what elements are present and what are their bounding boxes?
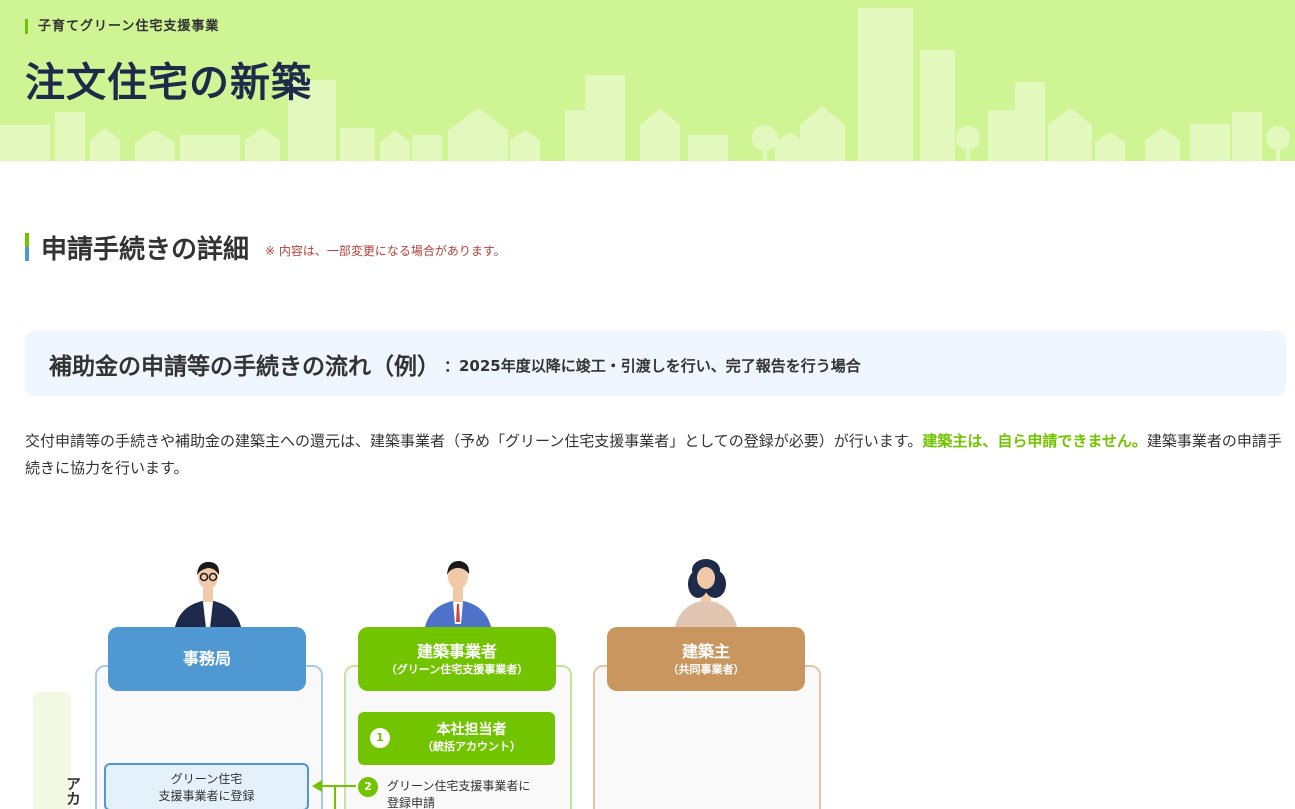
register-box: グリーン住宅 支援事業者に登録 — [104, 763, 309, 809]
page-title: 注文住宅の新築 — [25, 60, 312, 106]
role-head-builder: 建築事業者 （グリーン住宅支援事業者） — [358, 627, 556, 691]
register-box-line1: グリーン住宅 — [170, 772, 243, 786]
lead-emphasis: 建築主は、自ら申請できません。 — [922, 432, 1147, 450]
section-title: 申請手続きの詳細 — [41, 234, 250, 265]
role-owner-name: 建築主 — [681, 641, 730, 661]
section-note: ※ 内容は、一部変更になる場合があります。 — [265, 243, 506, 258]
section-heading: 申請手続きの詳細 ※ 内容は、一部変更になる場合があります。 — [25, 233, 506, 265]
account-side-tab: アカ — [33, 692, 82, 809]
flow-title-box: 補助金の申請等の手続きの流れ（例） ：2025年度以降に竣工・引渡しを行い、完了… — [25, 331, 1286, 396]
role-builder-name: 建築事業者 — [416, 641, 497, 661]
builder-person-icon — [424, 560, 492, 632]
register-box-line2: 支援事業者に登録 — [158, 789, 255, 803]
owner-person-icon — [674, 559, 738, 632]
lead-paragraph: 交付申請等の手続きや補助金の建築主への還元は、建築事業者（予め「グリーン住宅支援… — [25, 428, 1290, 482]
role-head-owner: 建築主 （共同事業者） — [607, 627, 805, 691]
step-2-number: 2 — [358, 777, 378, 797]
role-owner-sub: （共同事業者） — [667, 662, 745, 676]
step-2-line1: グリーン住宅支援事業者に — [387, 779, 531, 793]
role-office-name: 事務局 — [182, 649, 231, 668]
role-builder-sub: （グリーン住宅支援事業者） — [385, 662, 529, 676]
office-person-icon — [174, 561, 242, 632]
arrow-left-icon — [312, 780, 356, 809]
step-1-sub: （統括アカウント） — [422, 740, 521, 753]
step-1-name: 本社担当者 — [436, 722, 507, 738]
step-1-headquarters: 1 本社担当者 （統括アカウント） — [358, 712, 555, 765]
hero-banner: 子育てグリーン住宅支援事業 注文住宅の新築 — [0, 0, 1295, 161]
flow-title: 補助金の申請等の手続きの流れ（例） — [49, 353, 440, 380]
breadcrumb[interactable]: 子育てグリーン住宅支援事業 — [25, 19, 219, 34]
step-1-number: 1 — [370, 728, 390, 748]
role-head-office: 事務局 — [108, 627, 306, 691]
flow-subtitle: ：2025年度以降に竣工・引渡しを行い、完了報告を行う場合 — [444, 356, 861, 375]
lead-text-1: 交付申請等の手続きや補助金の建築主への還元は、建築事業者（予め「グリーン住宅支援… — [25, 432, 923, 450]
account-side-tab-label: アカ — [64, 776, 82, 806]
step-2-line2: 登録申請 — [387, 796, 436, 809]
section-heading-bar — [25, 233, 29, 261]
